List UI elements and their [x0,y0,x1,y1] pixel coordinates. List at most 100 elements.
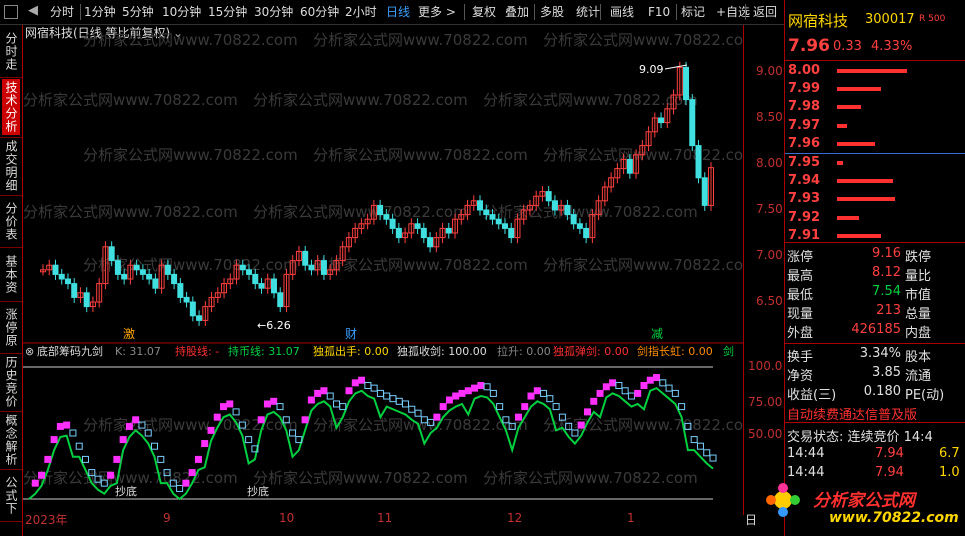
left-tab[interactable]: 分时走势 [0,27,20,75]
watermark-text: 分析家公式网www.70822.com [543,416,743,434]
k-block [44,455,52,463]
k-block [276,403,284,411]
left-tab[interactable]: 基本资料 [0,249,20,299]
left-tab[interactable]: 涨停原因 [0,303,20,351]
bottom-signal-label: 抄底 [115,484,137,498]
indicator-value: 拉升: 0.00 [497,344,551,358]
grid-icon[interactable] [4,5,18,19]
osc-tick-label: 100.0 [748,359,783,373]
candle-body [196,315,203,321]
candle-body [564,204,571,216]
toolbar-item[interactable]: 60分钟 [300,4,339,20]
k-block [483,383,491,391]
watermark-text: 分析家公式网www.70822.com [313,31,528,49]
k-block [31,479,39,487]
k-block [75,442,83,450]
toolbar-item[interactable]: 15分钟 [208,4,247,20]
bottom-signal-label: 抄底 [247,484,269,498]
k-block [314,389,322,397]
left-tab[interactable]: 公式下载 [0,471,20,519]
stat-label: 最低 [787,288,814,303]
indicator-value: 独孤弹剑: 0.00 [553,344,629,358]
k-block [709,454,717,462]
toolbar-item[interactable]: 2小时 [345,4,377,20]
k-block [408,405,416,413]
candle-body [495,218,502,225]
toolbar-item[interactable]: 返回 [753,4,777,20]
toolbar-separator [745,4,746,20]
left-tab[interactable]: 概念解析 [2,413,20,467]
event-marker: 财 [345,327,357,341]
k-block [226,400,234,408]
k-block [132,416,140,424]
candle-body [114,260,121,275]
toolbar-item[interactable]: 1分钟 [84,4,116,20]
toolbar-item[interactable]: 叠加 [505,4,529,20]
candle-body [258,283,265,289]
indicator-value: 底部筹码九剑 [37,344,103,358]
promo-link[interactable]: 自动续费通达信普及版 [787,404,917,423]
candle-body [177,283,184,298]
toolbar-item[interactable]: 10分钟 [162,4,201,20]
stat-label: PE(动) [905,388,945,403]
candle-body [146,273,153,280]
k-block [703,449,711,457]
k-block [552,403,560,411]
stat-label: 换手 [787,350,814,365]
ask-volume-bar [837,87,881,92]
tab-separator [0,195,22,196]
high-label: 9.09 [639,63,664,76]
toolbar-item[interactable]: 标记 [681,4,705,20]
k-block [301,416,309,424]
toolbar-item[interactable]: 5分钟 [122,4,154,20]
toolbar-item[interactable]: 日线 [386,4,410,20]
toolbar-item[interactable]: F10 [648,4,670,20]
toolbar-item[interactable]: 更多 > [418,4,456,20]
k-block [540,389,548,397]
logo-icon [763,480,803,520]
left-tab[interactable]: 历史竞价 [2,355,20,409]
period-label: 日 [745,513,758,527]
k-block [245,436,253,444]
toolbar-item[interactable]: 多股 [540,4,564,20]
candle-body [121,273,128,280]
left-tab[interactable]: 分价表 [2,197,20,245]
toolbar-item[interactable]: 统计 [576,4,600,20]
tab-separator [0,77,22,78]
k-block [590,397,598,405]
toolbar-item[interactable]: 分时 [50,4,74,20]
logo-text: 分析家公式网 [813,491,915,511]
k-block [125,422,133,430]
k-block [671,389,679,397]
watermark-text: 分析家公式网www.70822.com [543,256,743,274]
k-block [364,381,372,389]
candle-body [239,264,246,271]
watermark-text: 分析家公式网www.70822.com [483,91,698,109]
candle-body [58,273,65,280]
price-tick-label: 8.00 [756,156,783,170]
candle-body [626,158,633,174]
stat-label: 总量 [905,307,932,322]
k-block [477,381,485,389]
kline-chart[interactable]: 网宿科技(日线 等比前复权) ⌄ 分析家公式网www.70822.com 分析家公式网… [23,25,758,515]
left-tab[interactable]: 成交明细 [2,139,20,193]
candle-body [427,237,434,248]
toolbar-item[interactable]: 30分钟 [254,4,293,20]
toolbar-separator [464,4,465,20]
tab-separator [0,469,22,470]
bid-level-price: 7.92 [788,209,821,225]
k-block [358,376,366,384]
time-tick-label: 1 [627,511,635,525]
ask-level-price: 8.00 [788,63,821,78]
k-block [690,436,698,444]
bid-volume-bar [837,179,893,184]
toolbar-item[interactable]: 画线 [610,4,634,20]
left-tab[interactable]: 技术分析 [2,79,20,135]
chevron-left-icon[interactable]: ◀ [28,3,38,18]
toolbar-item[interactable]: 复权 [472,4,496,20]
k-block [345,387,353,395]
k-block [514,413,522,421]
ask-volume-bar [837,69,907,73]
stat-value: 3.34% [859,346,901,361]
trade-status: 交易状态: 连续竞价 14:4 [787,430,933,445]
